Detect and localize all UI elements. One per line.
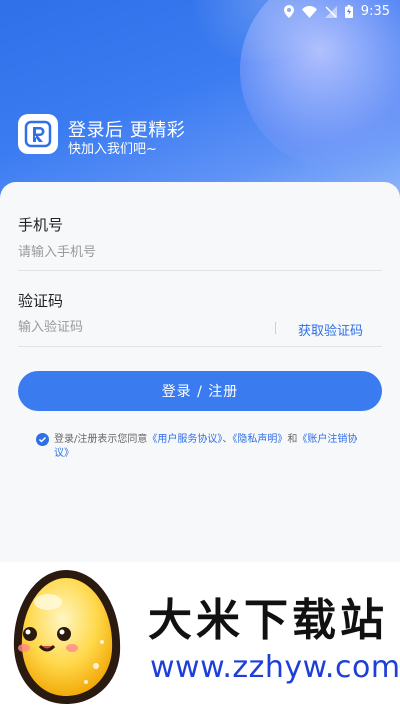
- get-code-button[interactable]: 获取验证码: [298, 320, 363, 339]
- agreement-checkbox[interactable]: [36, 433, 49, 446]
- check-icon: [38, 436, 47, 443]
- user-agreement-link[interactable]: 《用户服务协议》: [147, 434, 222, 445]
- agreement-prefix: 登录/注册表示您同意: [54, 434, 148, 445]
- privacy-link[interactable]: 《隐私声明》: [232, 434, 287, 445]
- wifi-icon: [301, 5, 317, 18]
- agreement-separator: 、: [222, 434, 233, 445]
- rice-mascot-icon: [13, 570, 121, 704]
- watermark-banner: 大米下载站 www.zzhyw.com: [0, 562, 400, 712]
- status-time: 9:35: [360, 4, 390, 19]
- code-divider: [18, 346, 382, 347]
- agreement-and: 和: [287, 434, 298, 445]
- header-background: 9:35 登录后 更精彩 快加入我们吧~: [0, 0, 400, 200]
- no-signal-icon: [324, 5, 337, 18]
- logo-r-icon: [24, 120, 52, 148]
- agreement-text: 登录/注册表示您同意《用户服务协议》、《隐私声明》和《账户注销协议》: [54, 433, 366, 461]
- phone-input[interactable]: [18, 237, 382, 267]
- verification-code-input[interactable]: [18, 312, 268, 342]
- login-register-button[interactable]: 登录 / 注册: [18, 371, 382, 411]
- phone-divider: [18, 270, 382, 271]
- code-label: 验证码: [18, 292, 64, 310]
- page-subheadline: 快加入我们吧~: [68, 142, 157, 157]
- location-icon: [283, 5, 294, 18]
- battery-icon: [344, 5, 353, 18]
- phone-label: 手机号: [18, 216, 64, 234]
- field-separator: [275, 322, 276, 334]
- status-bar: 9:35: [0, 0, 400, 24]
- watermark-url: www.zzhyw.com: [150, 650, 400, 685]
- app-logo: [18, 114, 58, 154]
- watermark-title: 大米下载站: [148, 595, 388, 646]
